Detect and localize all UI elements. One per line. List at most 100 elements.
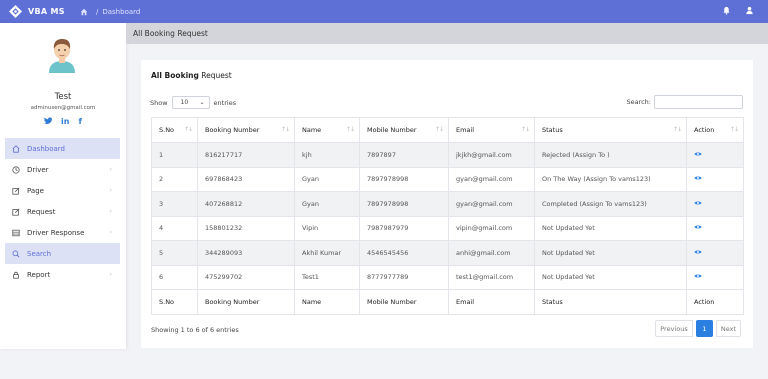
sort-icon: ↑↓ (280, 126, 290, 133)
cell-booking-number: 475299702 (197, 264, 295, 290)
eye-icon[interactable] (694, 224, 702, 230)
cell-email: jkjkh@gmail.com (448, 142, 535, 168)
edit-icon (12, 208, 20, 216)
table-row: 4 158801232 Vipin 7987987979 vipin@gmail… (151, 215, 744, 241)
table-search: Search: (626, 95, 743, 109)
cell-status: Not Updated Yet (534, 264, 687, 290)
next-button[interactable]: Next (716, 320, 741, 337)
booking-table: S.No ↑↓ Booking Number ↑↓ Name ↑↓ Mobile Nu… (151, 117, 744, 315)
cell-mobile: 7897978998 (359, 166, 449, 192)
table-info: Showing 1 to 6 of 6 entries (151, 326, 239, 334)
facebook-icon[interactable]: f (78, 117, 81, 126)
sort-icon: ↑↓ (434, 126, 444, 133)
sidebar-item-search[interactable]: Search (5, 243, 120, 264)
entries-select-value: 10 (180, 99, 189, 106)
eye-icon[interactable] (694, 151, 702, 157)
logo-icon (9, 5, 22, 18)
sidebar-item-report[interactable]: Report › (5, 264, 120, 285)
sort-icon: ↑↓ (345, 126, 355, 133)
user-name: Test (54, 92, 72, 102)
sidebar-item-label: Report (27, 270, 51, 279)
linkedin-icon[interactable]: in (61, 117, 69, 126)
eye-icon[interactable] (694, 175, 702, 181)
home-icon[interactable] (80, 8, 88, 16)
entries-label: entries (213, 98, 237, 107)
col-header-mobile[interactable]: Mobile Number ↑↓ (359, 117, 449, 143)
cell-name: Gyan (294, 166, 360, 192)
col-header-booking-number[interactable]: Booking Number ↑↓ (197, 117, 295, 143)
table-row: 1 816217717 kjh 7897897 jkjkh@gmail.com … (151, 142, 744, 168)
col-header-sno[interactable]: S.No ↑↓ (151, 117, 198, 143)
col-footer-sno: S.No (151, 289, 198, 315)
col-header-email[interactable]: Email ↑↓ (448, 117, 535, 143)
col-footer-action: Action (686, 289, 744, 315)
cell-email: test1@gmail.com (448, 264, 535, 290)
user-email: adminusen@gmail.com (30, 105, 96, 111)
cell-mobile: 7987987979 (359, 215, 449, 241)
card-title: All Booking Request (151, 71, 232, 80)
sort-icon: ↑↓ (672, 126, 682, 133)
cell-booking-number: 344289093 (197, 240, 295, 266)
cell-mobile: 7897978998 (359, 191, 449, 217)
clock-icon (12, 165, 20, 174)
sidebar-item-dashboard[interactable]: Dashboard (5, 138, 120, 159)
pagination: Previous 1 Next (655, 320, 741, 337)
cell-action (686, 166, 744, 192)
cell-booking-number: 158801232 (197, 215, 295, 241)
entries-select[interactable]: 10 ⌄ (171, 96, 210, 109)
user-icon[interactable] (745, 6, 754, 15)
edit-icon (12, 187, 20, 195)
sidebar-item-driver-response[interactable]: Driver Response › (5, 222, 120, 243)
col-footer-name: Name (294, 289, 360, 315)
avatar (49, 39, 75, 73)
previous-button[interactable]: Previous (655, 320, 693, 337)
cell-action (686, 264, 744, 290)
col-footer-booking-number: Booking Number (197, 289, 295, 315)
table-row: 3 407268812 Gyan 7897978998 gyan@gmail.c… (151, 191, 744, 217)
booking-card: All Booking Request Show 10 ⌄ entries Se… (141, 60, 753, 348)
cell-status: Not Updated Yet (534, 215, 687, 241)
cell-mobile: 4546545456 (359, 240, 449, 266)
col-footer-mobile: Mobile Number (359, 289, 449, 315)
col-footer-status: Status (534, 289, 687, 315)
table-row: 5 344289093 Akhil Kumar 4546545456 anhi@… (151, 240, 744, 266)
search-icon (12, 250, 20, 258)
table-row: 2 697868423 Gyan 7897978998 gyan@gmail.c… (151, 166, 744, 192)
cell-booking-number: 816217717 (197, 142, 295, 168)
sidebar-item-driver[interactable]: Driver › (5, 159, 120, 180)
search-input[interactable] (654, 95, 743, 109)
cell-name: kjh (294, 142, 360, 168)
col-header-name[interactable]: Name ↑↓ (294, 117, 360, 143)
twitter-icon[interactable] (44, 117, 53, 126)
chevron-right-icon: › (109, 271, 112, 278)
breadcrumb-separator: / (96, 7, 99, 16)
sidebar-item-request[interactable]: Request › (5, 201, 120, 222)
col-footer-email: Email (448, 289, 535, 315)
bell-icon[interactable] (722, 6, 731, 15)
eye-icon[interactable] (694, 249, 702, 255)
page-title: All Booking Request (126, 23, 768, 44)
col-header-action[interactable]: Action ↑↓ (686, 117, 744, 143)
card-title-rest: Request (198, 71, 232, 80)
cell-sno: 2 (151, 166, 198, 192)
chevron-right-icon: › (109, 187, 112, 194)
chevron-right-icon: › (109, 208, 112, 215)
social-links: in f (0, 117, 126, 126)
list-icon (12, 229, 20, 237)
lock-icon (12, 271, 20, 279)
table-footer-row: S.No Booking Number Name Mobile Number E… (151, 289, 744, 315)
sidebar-item-label: Dashboard (27, 144, 65, 153)
table-header-row: S.No ↑↓ Booking Number ↑↓ Name ↑↓ Mobile Nu… (151, 117, 744, 143)
cell-booking-number: 697868423 (197, 166, 295, 192)
card-title-bold: All Booking (151, 71, 199, 80)
cell-action (686, 215, 744, 241)
page-1-button[interactable]: 1 (696, 320, 713, 337)
col-header-status[interactable]: Status ↑↓ (534, 117, 687, 143)
chevron-right-icon: › (109, 166, 112, 173)
cell-sno: 3 (151, 191, 198, 217)
cell-email: gyan@gmail.com (448, 191, 535, 217)
sidebar-item-page[interactable]: Page › (5, 180, 120, 201)
cell-sno: 4 (151, 215, 198, 241)
eye-icon[interactable] (694, 200, 702, 206)
eye-icon[interactable] (694, 273, 702, 279)
